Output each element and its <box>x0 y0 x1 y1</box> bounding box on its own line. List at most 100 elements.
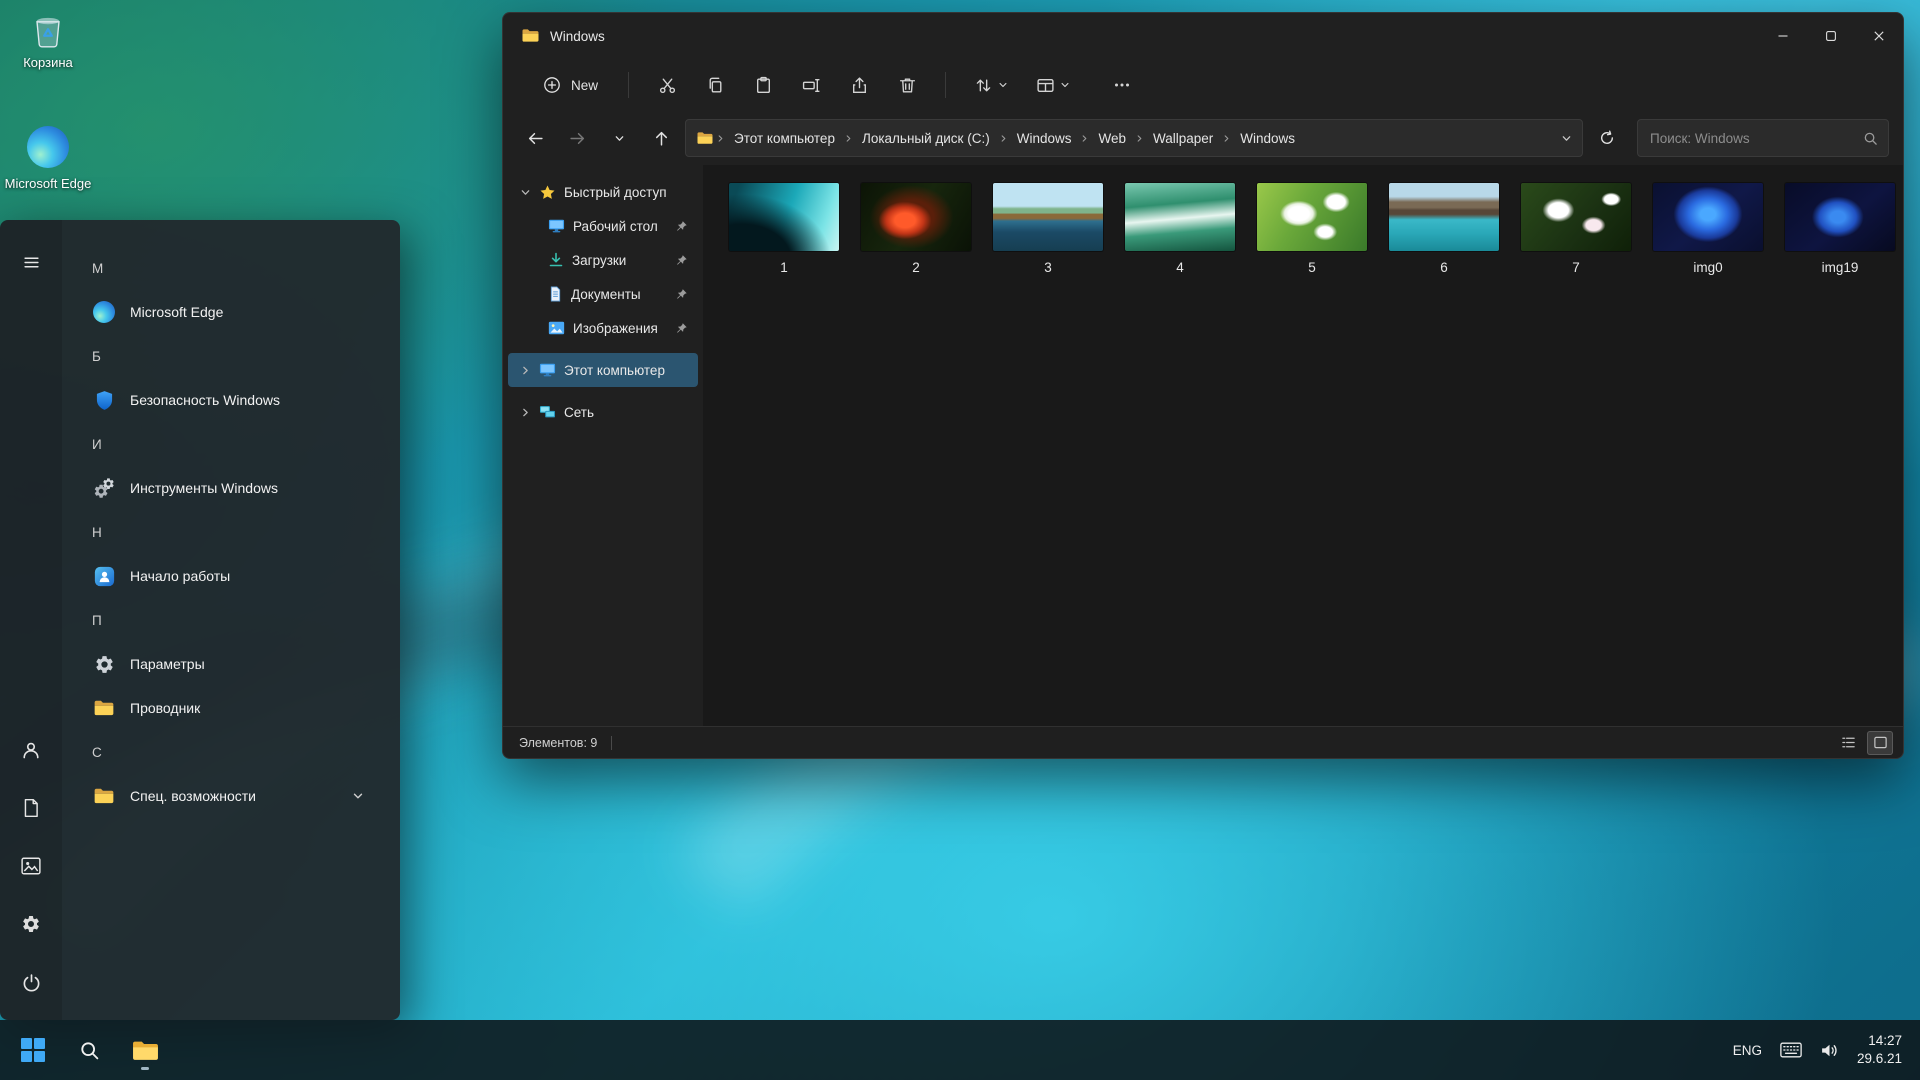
hamburger-menu-icon <box>23 254 40 271</box>
taskbar-search-button[interactable] <box>66 1027 112 1073</box>
file-item[interactable]: img19 <box>1785 183 1895 275</box>
sidebar-item-pictures[interactable]: Изображения <box>508 311 698 345</box>
start-letter-header[interactable]: С <box>62 730 390 774</box>
chevron-down-icon[interactable] <box>352 790 364 802</box>
pictures-shortcut-button[interactable] <box>9 844 53 888</box>
paste-button[interactable] <box>743 66 783 104</box>
start-letter-header[interactable]: Н <box>62 510 390 554</box>
details-view-button[interactable] <box>1835 731 1861 755</box>
sort-button[interactable] <box>964 66 1018 104</box>
start-button[interactable] <box>10 1027 56 1073</box>
maximize-button[interactable] <box>1807 13 1855 59</box>
start-app-windows-tools[interactable]: Инструменты Windows <box>62 466 390 510</box>
file-item[interactable]: 6 <box>1389 183 1499 275</box>
language-indicator[interactable]: ENG <box>1733 1043 1762 1058</box>
start-app-settings[interactable]: Параметры <box>62 642 390 686</box>
search-icon <box>79 1040 100 1061</box>
status-bar: Элементов: 9 <box>503 726 1903 758</box>
desktop-icon-microsoft-edge[interactable]: Microsoft Edge <box>2 126 94 192</box>
copy-button[interactable] <box>695 66 735 104</box>
command-bar: New <box>503 59 1903 111</box>
user-account-button[interactable] <box>9 728 53 772</box>
start-app-file-explorer[interactable]: Проводник <box>62 686 390 730</box>
delete-button[interactable] <box>887 66 927 104</box>
arrow-right-icon <box>569 130 586 147</box>
file-item[interactable]: 5 <box>1257 183 1367 275</box>
sidebar-item-documents[interactable]: Документы <box>508 277 698 311</box>
forward-button[interactable] <box>559 121 595 155</box>
breadcrumb-item[interactable]: Web <box>1091 127 1133 150</box>
desktop-icon-recycle-bin[interactable]: Корзина <box>2 8 94 71</box>
recent-locations-button[interactable] <box>601 121 637 155</box>
thumbnail-view-button[interactable] <box>1867 730 1893 755</box>
minimize-button[interactable] <box>1759 13 1807 59</box>
start-app-label: Безопасность Windows <box>130 392 280 408</box>
file-thumbnail <box>1125 183 1235 251</box>
start-app-windows-security[interactable]: Безопасность Windows <box>62 378 390 422</box>
files-area[interactable]: 1 2 3 4 5 6 7 img0 img19 <box>703 165 1903 726</box>
start-app-get-started[interactable]: Начало работы <box>62 554 390 598</box>
start-app-accessibility-folder[interactable]: Спец. возможности <box>62 774 390 818</box>
file-item[interactable]: 2 <box>861 183 971 275</box>
sidebar-item-this-pc[interactable]: Этот компьютер <box>508 353 698 387</box>
breadcrumb-chevron-icon <box>1222 134 1231 143</box>
keyboard-icon <box>1780 1042 1802 1058</box>
file-explorer-button[interactable] <box>122 1027 168 1073</box>
start-menu-rail <box>0 220 62 1020</box>
search-input[interactable] <box>1650 130 1863 146</box>
file-thumbnail <box>1257 183 1367 251</box>
file-item[interactable]: 1 <box>729 183 839 275</box>
view-button[interactable] <box>1026 66 1080 104</box>
start-letter-header[interactable]: Б <box>62 334 390 378</box>
chevron-right-icon <box>520 407 531 418</box>
file-item[interactable]: 7 <box>1521 183 1631 275</box>
window-controls <box>1759 13 1903 59</box>
sidebar-item-desktop[interactable]: Рабочий стол <box>508 209 698 243</box>
touch-keyboard-button[interactable] <box>1780 1042 1802 1058</box>
refresh-button[interactable] <box>1589 121 1625 155</box>
documents-shortcut-button[interactable] <box>9 786 53 830</box>
sidebar-item-quick-access[interactable]: Быстрый доступ <box>508 175 698 209</box>
close-button[interactable] <box>1855 13 1903 59</box>
download-icon <box>548 252 564 268</box>
sidebar-item-downloads[interactable]: Загрузки <box>508 243 698 277</box>
rename-button[interactable] <box>791 66 831 104</box>
start-app-microsoft-edge[interactable]: Microsoft Edge <box>62 290 390 334</box>
start-menu-button[interactable] <box>9 240 53 284</box>
address-bar-row: Этот компьютер Локальный диск (C:) Windo… <box>503 111 1903 165</box>
file-thumbnail <box>993 183 1103 251</box>
power-button[interactable] <box>9 960 53 1004</box>
start-app-label: Спец. возможности <box>130 788 256 804</box>
start-letter-header[interactable]: П <box>62 598 390 642</box>
search-box[interactable] <box>1637 119 1889 157</box>
address-bar[interactable]: Этот компьютер Локальный диск (C:) Windo… <box>685 119 1583 157</box>
volume-button[interactable] <box>1820 1042 1839 1059</box>
sort-icon <box>974 76 993 95</box>
start-letter-header[interactable]: И <box>62 422 390 466</box>
file-item[interactable]: 4 <box>1125 183 1235 275</box>
address-dropdown-button[interactable] <box>1561 133 1572 144</box>
breadcrumb-item[interactable]: Wallpaper <box>1146 127 1220 150</box>
file-item[interactable]: img0 <box>1653 183 1763 275</box>
start-letter-header[interactable]: М <box>62 246 390 290</box>
titlebar[interactable]: Windows <box>503 13 1903 59</box>
breadcrumb-item-current[interactable]: Windows <box>1233 127 1302 150</box>
clock[interactable]: 14:27 29.6.21 <box>1857 1032 1902 1067</box>
share-button[interactable] <box>839 66 879 104</box>
file-item[interactable]: 3 <box>993 183 1103 275</box>
sidebar-item-network[interactable]: Сеть <box>508 395 698 429</box>
up-button[interactable] <box>643 121 679 155</box>
back-button[interactable] <box>517 121 553 155</box>
new-button[interactable]: New <box>531 66 610 104</box>
chevron-right-icon <box>520 365 531 376</box>
more-options-button[interactable] <box>1102 66 1142 104</box>
settings-shortcut-button[interactable] <box>9 902 53 946</box>
breadcrumb-item[interactable]: Локальный диск (C:) <box>855 127 997 150</box>
letter-label: П <box>92 612 102 628</box>
breadcrumb-item[interactable]: Этот компьютер <box>727 127 842 150</box>
taskbar: ENG 14:27 29.6.21 <box>0 1020 1920 1080</box>
cut-button[interactable] <box>647 66 687 104</box>
desktop-icon-label: Корзина <box>23 55 73 70</box>
breadcrumb-item[interactable]: Windows <box>1010 127 1079 150</box>
start-app-label: Начало работы <box>130 568 231 584</box>
